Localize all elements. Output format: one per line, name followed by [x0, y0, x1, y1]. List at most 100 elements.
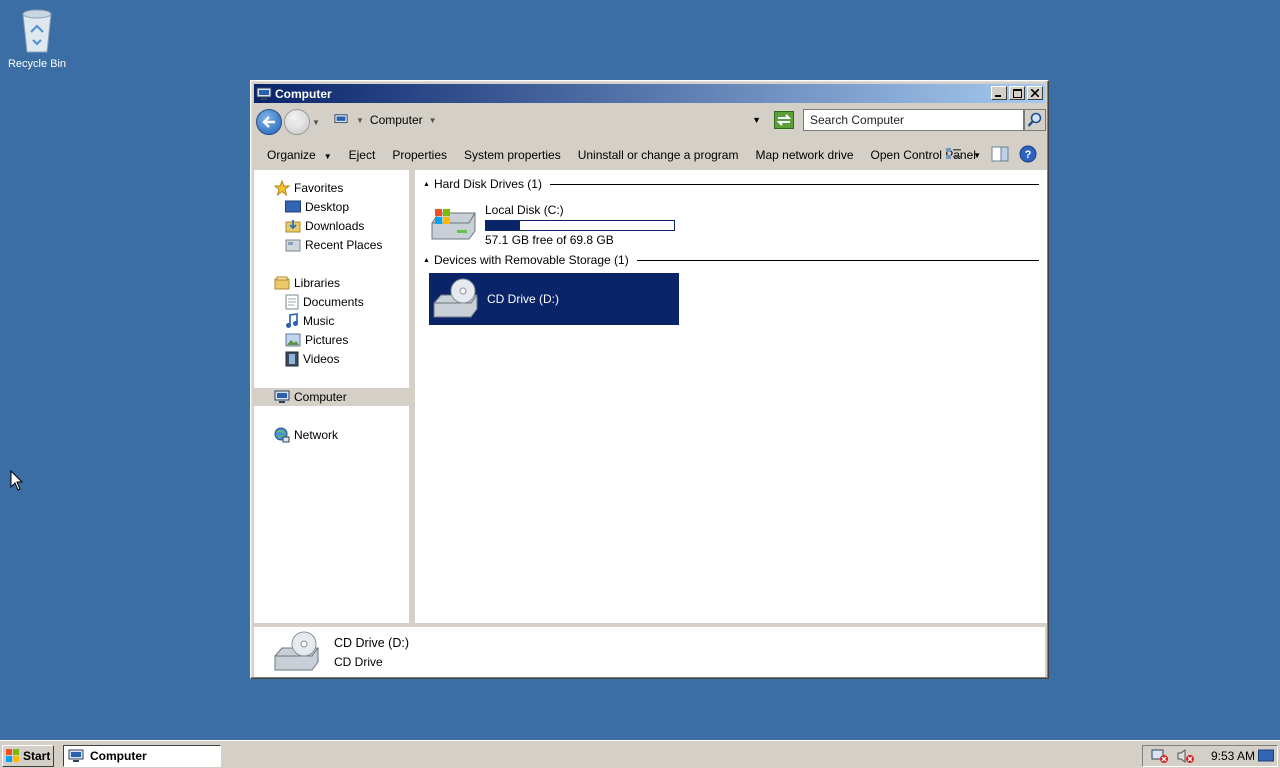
drive-cd-d[interactable]: CD Drive (D:): [429, 273, 679, 325]
nav-item-videos[interactable]: Videos: [285, 350, 339, 368]
svg-text:?: ?: [1025, 149, 1032, 161]
cd-drive-icon: [274, 631, 319, 671]
back-button[interactable]: [256, 109, 282, 135]
details-pane: CD Drive (D:) CD Drive: [254, 627, 1045, 677]
clock[interactable]: 9:53 AM: [1211, 749, 1255, 763]
search-icon: [1027, 112, 1042, 127]
volume-muted-icon[interactable]: [1177, 748, 1195, 764]
nav-item-computer[interactable]: Computer: [274, 388, 347, 406]
nav-item-libraries[interactable]: Libraries: [274, 274, 340, 292]
maximize-button[interactable]: [1009, 86, 1025, 100]
nav-item-recent-places[interactable]: Recent Places: [285, 236, 382, 254]
start-button[interactable]: Start: [2, 745, 54, 767]
forward-button[interactable]: [284, 109, 310, 135]
network-icon: [274, 427, 290, 443]
drive-info: Local Disk (C:) 57.1 GB free of 69.8 GB: [485, 203, 675, 247]
nav-item-label: Favorites: [294, 181, 344, 195]
drive-free-space: 57.1 GB free of 69.8 GB: [485, 233, 614, 247]
window-titlebar[interactable]: Computer: [254, 84, 1045, 103]
star-icon: [274, 180, 290, 196]
recent-pages-dropdown-icon[interactable]: ▼: [312, 118, 320, 127]
search-button[interactable]: [1024, 109, 1046, 131]
nav-item-label: Recent Places: [305, 238, 383, 252]
group-label: Hard Disk Drives (1): [433, 177, 542, 191]
nav-item-pictures[interactable]: Pictures: [285, 331, 348, 349]
taskbar-button-label: Computer: [90, 749, 147, 763]
nav-item-network[interactable]: Network: [274, 426, 338, 444]
cd-drive-icon: [433, 278, 478, 318]
desktop-icon: [285, 200, 301, 213]
nav-item-desktop[interactable]: Desktop: [285, 198, 349, 216]
nav-item-music[interactable]: Music: [285, 312, 334, 330]
command-bar: Organize ▼ Eject Properties System proper…: [254, 141, 1045, 169]
minimize-button[interactable]: [991, 86, 1007, 100]
computer-icon: [68, 749, 84, 762]
organize-button[interactable]: Organize ▼: [267, 148, 332, 162]
explorer-window: Computer ▼ ▼ Computer ▼ ▼ Search Compute…: [250, 80, 1049, 679]
nav-item-label: Downloads: [305, 219, 365, 233]
taskbar-button-computer[interactable]: Computer: [63, 745, 221, 767]
group-divider: [549, 183, 1039, 185]
start-label: Start: [23, 749, 51, 763]
organize-label: Organize: [267, 148, 316, 162]
videos-icon: [285, 351, 299, 367]
nav-item-label: Documents: [303, 295, 364, 309]
show-desktop-icon[interactable]: [1258, 749, 1274, 763]
window-title: Computer: [275, 86, 332, 101]
close-icon: [1031, 89, 1039, 97]
nav-item-label: Desktop: [305, 200, 350, 214]
pictures-icon: [285, 333, 301, 347]
recycle-bin-label: Recycle Bin: [7, 58, 67, 70]
close-button[interactable]: [1027, 86, 1043, 100]
recycle-bin-icon: [22, 9, 52, 53]
nav-item-label: Videos: [303, 352, 340, 366]
address-row: ▼ ▼ Computer ▼ ▼ Search Computer: [254, 106, 1046, 138]
disk-usage-fill: [486, 221, 520, 230]
taskbar: Start Computer 9:53 AM: [0, 740, 1280, 768]
search-input[interactable]: Search Computer: [803, 109, 1024, 131]
nav-item-favorites[interactable]: Favorites: [274, 179, 343, 197]
preview-pane-icon: [991, 146, 1009, 162]
nav-item-downloads[interactable]: Downloads: [285, 217, 364, 235]
navigation-pane: Favorites Desktop Downloads Recent Place…: [254, 170, 412, 623]
details-item-name: CD Drive (D:): [334, 635, 409, 650]
computer-icon: [256, 87, 272, 100]
recycle-bin-desktop-icon[interactable]: Recycle Bin: [4, 6, 70, 70]
collapse-triangle-icon[interactable]: ▲: [423, 181, 430, 188]
group-header-hard-disk-drives[interactable]: ▲ Hard Disk Drives (1): [423, 177, 1039, 191]
music-icon: [286, 313, 298, 328]
preview-pane-button[interactable]: [991, 146, 1009, 165]
breadcrumb-arrow-icon[interactable]: ▼: [429, 116, 437, 125]
refresh-button[interactable]: [774, 111, 794, 129]
help-button[interactable]: ?: [1019, 145, 1037, 166]
change-view-button[interactable]: [945, 146, 963, 165]
details-item-type: CD Drive: [334, 654, 383, 669]
uninstall-program-button[interactable]: Uninstall or change a program: [578, 148, 739, 162]
computer-icon: [274, 390, 290, 403]
back-arrow-icon: [262, 116, 275, 128]
nav-item-label: Music: [303, 314, 335, 328]
properties-button[interactable]: Properties: [392, 148, 447, 162]
computer-icon: [334, 114, 348, 124]
group-header-removable-storage[interactable]: ▲ Devices with Removable Storage (1): [423, 253, 1039, 267]
nav-item-label: Network: [294, 428, 339, 442]
system-properties-button[interactable]: System properties: [464, 148, 561, 162]
map-network-drive-button[interactable]: Map network drive: [755, 148, 853, 162]
content-pane: ▲ Hard Disk Drives (1) Local Disk (C:) 5…: [415, 170, 1047, 623]
eject-button[interactable]: Eject: [349, 148, 376, 162]
network-status-icon[interactable]: [1151, 748, 1169, 764]
address-box[interactable]: ▼ Computer ▼ ▼: [330, 109, 767, 131]
libraries-icon: [274, 276, 290, 290]
refresh-icon: [776, 114, 792, 126]
view-options-icon: [946, 148, 962, 159]
address-history-dropdown-icon[interactable]: ▼: [752, 115, 761, 125]
breadcrumb-root-arrow-icon[interactable]: ▼: [356, 116, 364, 125]
drive-local-disk-c[interactable]: Local Disk (C:) 57.1 GB free of 69.8 GB: [429, 203, 675, 247]
mouse-cursor-icon: [10, 470, 24, 491]
nav-item-documents[interactable]: Documents: [285, 293, 364, 311]
breadcrumb-computer[interactable]: Computer: [370, 113, 423, 127]
view-options-caret-icon[interactable]: ▼: [973, 151, 981, 160]
collapse-triangle-icon[interactable]: ▲: [423, 257, 430, 264]
nav-item-label: Computer: [294, 390, 347, 404]
windows-logo-icon: [6, 749, 19, 762]
